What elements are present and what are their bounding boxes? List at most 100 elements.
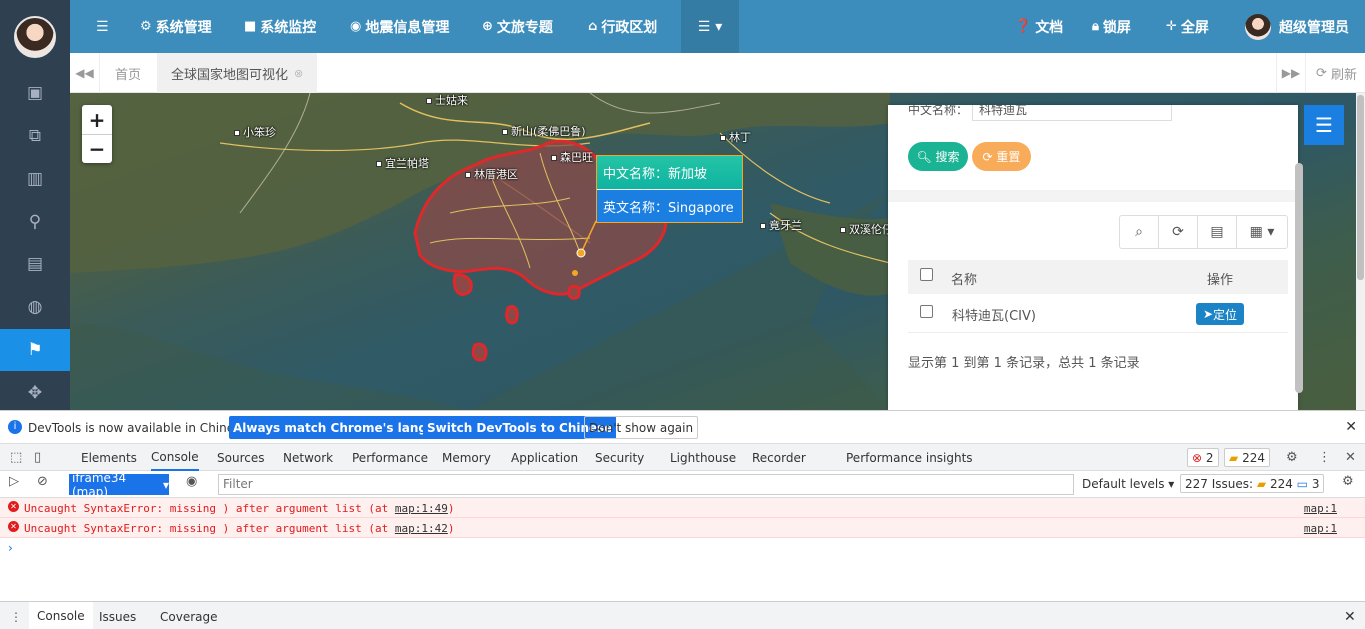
clear-console-icon[interactable]: ⊘ bbox=[37, 468, 48, 495]
map-label: 小笨珍 bbox=[234, 124, 276, 140]
tab-home[interactable]: 首页 bbox=[115, 53, 141, 93]
close-drawer-icon[interactable]: ✕ bbox=[1344, 602, 1356, 629]
devtools-tabs: ⬚ ▯ Elements Console Sources Network Per… bbox=[0, 444, 1365, 471]
zoom-out-button[interactable]: − bbox=[82, 134, 112, 163]
console-prompt[interactable]: › bbox=[8, 541, 13, 555]
tab-active[interactable]: 全球国家地图可视化 ⊗ bbox=[157, 53, 318, 93]
nav-more-dropdown[interactable]: ☰ ▾ bbox=[681, 0, 739, 53]
devtools-drawer: ⋮ Console Issues Coverage ✕ bbox=[0, 601, 1365, 629]
search-icon: ⌕ bbox=[1135, 224, 1143, 240]
page-scrollbar[interactable] bbox=[1356, 93, 1365, 410]
sidebar-item-frame[interactable]: ▣ bbox=[0, 72, 70, 114]
close-infobar-icon[interactable]: ✕ bbox=[1345, 419, 1357, 435]
error-location-link[interactable]: map:1:42 bbox=[395, 522, 448, 535]
nav-fullscreen[interactable]: ✛ 全屏 bbox=[1166, 0, 1209, 53]
sidebar-avatar[interactable] bbox=[14, 16, 56, 58]
row-checkbox[interactable] bbox=[920, 305, 933, 318]
menu-toggle-button[interactable]: ☰ bbox=[96, 0, 109, 53]
tab-elements[interactable]: Elements bbox=[81, 444, 137, 471]
tab-console[interactable]: Console bbox=[151, 444, 199, 471]
nav-system-manage[interactable]: ⚙ 系统管理 bbox=[140, 0, 212, 53]
context-selector[interactable]: iframe34 (map) ▾ bbox=[69, 471, 169, 499]
tab-sources[interactable]: Sources bbox=[217, 444, 264, 471]
tab-performance-insights[interactable]: Performance insights bbox=[846, 444, 973, 471]
table-toolbar: ⌕ ⟳ ▤ ▦ ▾ bbox=[1119, 215, 1288, 249]
locate-button[interactable]: ➤ 定位 bbox=[1196, 303, 1244, 325]
log-levels-dropdown[interactable]: Default levels ▾ bbox=[1082, 477, 1174, 491]
table-refresh-button[interactable]: ⟳ bbox=[1159, 216, 1198, 248]
tab-recorder[interactable]: Recorder bbox=[752, 444, 806, 471]
table-toggle-view-button[interactable]: ▤ bbox=[1198, 216, 1237, 248]
panel-menu-button[interactable]: ☰ bbox=[1304, 105, 1344, 145]
field-label: 中文名称： bbox=[908, 105, 969, 117]
error-count-badge[interactable]: ⊗ 2 bbox=[1187, 448, 1219, 467]
drawer-tab-coverage[interactable]: Coverage bbox=[160, 602, 218, 629]
nav-gis-manage[interactable]: ◉ 地震信息管理 bbox=[350, 0, 449, 53]
tabs-scroll-left-button[interactable]: ◀◀ bbox=[70, 53, 100, 93]
zoom-in-button[interactable]: + bbox=[82, 105, 112, 134]
list-icon: ☰ ▾ bbox=[697, 18, 723, 35]
drawer-menu-icon[interactable]: ⋮ bbox=[10, 602, 22, 629]
console-settings-icon[interactable]: ⚙ bbox=[1342, 468, 1354, 495]
console-filter-input[interactable]: Filter bbox=[218, 474, 1074, 495]
error-source-link[interactable]: map:1 bbox=[1304, 522, 1337, 535]
map-view[interactable]: + − 士姑来 小笨珍 新山(柔佛巴鲁) 林丁 宜兰帕塔 森巴旺 林厝港区 竟牙… bbox=[70, 93, 1365, 410]
refresh-button[interactable]: ⟳ 刷新 bbox=[1316, 53, 1357, 93]
nav-admin-region[interactable]: ⌂ 行政区划 bbox=[588, 0, 657, 53]
more-options-icon[interactable]: ⋮ bbox=[1318, 444, 1331, 471]
paper-plane-icon: ➤ bbox=[1202, 307, 1214, 321]
tab-performance[interactable]: Performance bbox=[352, 444, 428, 471]
search-button[interactable]: 🔍︎ 搜索 bbox=[908, 142, 968, 171]
settings-icon[interactable]: ⚙ bbox=[1286, 444, 1298, 471]
nav-docs[interactable]: ❓ 文档 bbox=[1015, 0, 1063, 53]
tab-security[interactable]: Security bbox=[595, 444, 644, 471]
reset-button[interactable]: ⟳ 重置 bbox=[972, 142, 1031, 171]
eye-icon[interactable]: ◉ bbox=[186, 468, 197, 495]
close-tab-icon[interactable]: ⊗ bbox=[294, 67, 303, 80]
issues-badge[interactable]: 227 Issues: ▰ 224 ▭ 3 bbox=[1180, 474, 1325, 493]
select-all-checkbox[interactable] bbox=[920, 268, 933, 281]
table-columns-button[interactable]: ▦ ▾ bbox=[1237, 216, 1287, 248]
dont-show-button[interactable]: Don't show again bbox=[584, 416, 699, 439]
nav-lock[interactable]: 🔒︎ 锁屏 bbox=[1092, 0, 1131, 53]
sidebar-item-flag[interactable]: ⚑ bbox=[0, 329, 70, 371]
refresh-icon: ⟳ bbox=[1315, 65, 1331, 81]
warning-count-badge[interactable]: ▰ 224 bbox=[1224, 448, 1270, 467]
tab-network[interactable]: Network bbox=[283, 444, 333, 471]
sidebar-item-globe[interactable]: ◍ bbox=[0, 286, 70, 328]
popup-cn-name: 中文名称：新加坡 bbox=[597, 156, 742, 189]
pagination-info: 显示第 1 到第 1 条记录，总共 1 条记录 bbox=[908, 356, 1140, 371]
table-search-button[interactable]: ⌕ bbox=[1120, 216, 1159, 248]
panel-scrollbar[interactable] bbox=[1295, 163, 1303, 393]
list-icon: ▤ bbox=[1210, 224, 1224, 240]
nav-culture[interactable]: ⊕ 文旅专题 bbox=[482, 0, 553, 53]
drawer-tab-issues[interactable]: Issues bbox=[99, 602, 136, 629]
tab-lighthouse[interactable]: Lighthouse bbox=[670, 444, 736, 471]
tabs-scroll-right-button[interactable]: ▶▶ bbox=[1276, 53, 1306, 93]
sidebar-item-move[interactable]: ✥ bbox=[0, 372, 70, 414]
sidebar-item-layout[interactable]: ⧉ bbox=[0, 115, 70, 157]
sidebar-item-map[interactable]: ▥ bbox=[0, 158, 70, 200]
nav-system-monitor[interactable]: ■ 系统监控 bbox=[244, 0, 316, 53]
inspect-icon[interactable]: ⬚ bbox=[10, 444, 22, 471]
console-error-row: ✕ Uncaught SyntaxError: missing ) after … bbox=[0, 518, 1365, 538]
sidebar-item-chart[interactable]: ▤ bbox=[0, 243, 70, 285]
error-location-link[interactable]: map:1:49 bbox=[395, 502, 448, 515]
device-toggle-icon[interactable]: ▯ bbox=[34, 444, 41, 471]
close-devtools-icon[interactable]: ✕ bbox=[1345, 444, 1356, 471]
tab-application[interactable]: Application bbox=[511, 444, 578, 471]
map-label: 士姑来 bbox=[426, 93, 468, 108]
double-left-icon: ◀◀ bbox=[75, 66, 94, 80]
sidebar-toggle-icon[interactable]: ▷ bbox=[9, 468, 19, 495]
country-name-input[interactable]: 科特迪瓦 bbox=[972, 105, 1172, 121]
nav-user-menu[interactable]: 超级管理员 bbox=[1245, 0, 1349, 53]
drawer-tab-console[interactable]: Console bbox=[29, 602, 93, 629]
hamburger-icon: ☰ bbox=[96, 18, 109, 35]
expand-icon: ✛ bbox=[1166, 19, 1177, 34]
sidebar-item-location[interactable]: ⚲ bbox=[0, 201, 70, 243]
popup-en-name: 英文名称：Singapore bbox=[597, 189, 742, 222]
layout-icon: ⧉ bbox=[28, 126, 42, 146]
error-source-link[interactable]: map:1 bbox=[1304, 502, 1337, 515]
app-root: ▣ ⧉ ▥ ⚲ ▤ ◍ ⚑ ✥ ☰ ⚙ 系统管理 ■ 系统监控 ◉ 地震信息管理 ⊕ 文… bbox=[0, 0, 1365, 629]
tab-memory[interactable]: Memory bbox=[442, 444, 491, 471]
